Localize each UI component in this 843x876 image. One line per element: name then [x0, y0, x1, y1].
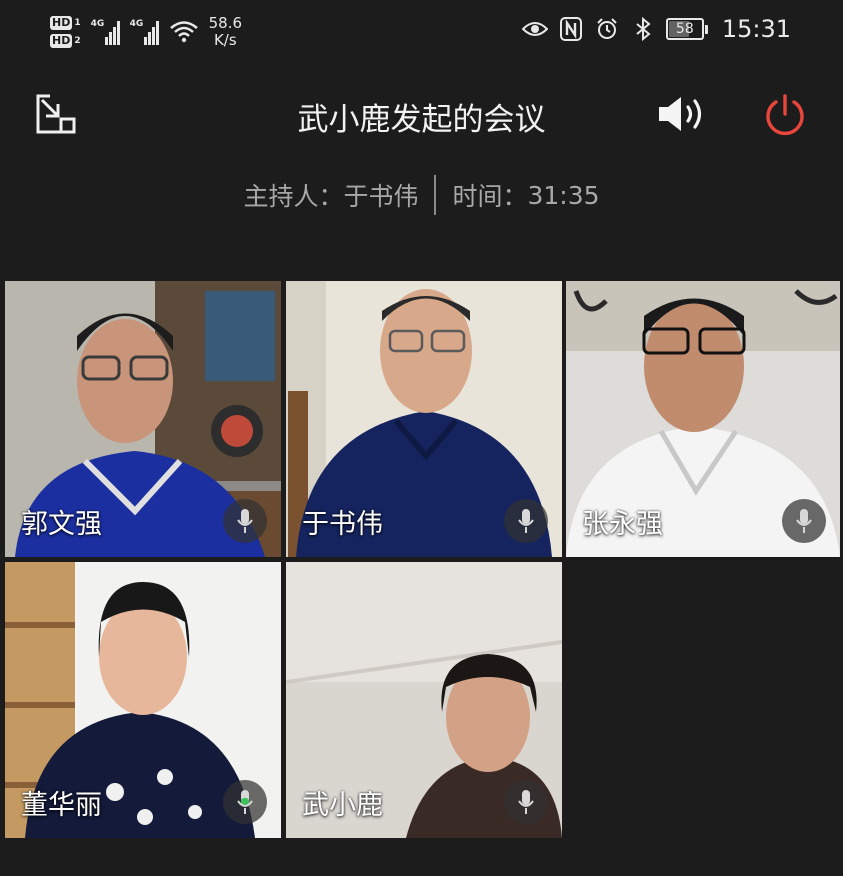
speaker-icon[interactable]	[655, 94, 711, 134]
participant-name: 董华丽	[21, 790, 102, 821]
participant-tile[interactable]: 董华丽	[5, 562, 281, 838]
microphone-icon	[223, 499, 267, 543]
participant-name: 于书伟	[302, 509, 383, 540]
participant-tile[interactable]: 于书伟	[286, 281, 562, 557]
status-bar: HD 1 HD 2 4G 4G 58.6 K/s 58 15:31	[0, 0, 843, 60]
eye-icon	[521, 16, 548, 42]
meeting-info: 主持人： 于书伟 时间： 31:35	[0, 175, 843, 215]
microphone-icon	[782, 499, 826, 543]
participant-tile[interactable]: 武小鹿	[286, 562, 562, 838]
microphone-icon	[504, 780, 548, 824]
hd1-indicator: HD 1	[50, 16, 81, 30]
host-label: 主持人：	[243, 182, 344, 211]
hd2-sub: 2	[74, 36, 81, 46]
participant-name: 郭文强	[21, 509, 102, 540]
signal-2-icon: 4G	[130, 19, 159, 45]
signal-1-icon: 4G	[91, 19, 120, 45]
microphone-icon	[504, 499, 548, 543]
minimize-window-button[interactable]	[34, 92, 78, 136]
info-divider	[434, 175, 437, 215]
hd-indicators: HD 1 HD 2	[50, 16, 81, 48]
end-meeting-power-icon[interactable]	[762, 93, 808, 139]
time-label: 时间：	[452, 182, 528, 211]
signal-2-label: 4G	[129, 19, 144, 29]
status-time: 15:31	[721, 15, 791, 43]
participant-name: 武小鹿	[302, 790, 383, 821]
signal-1-label: 4G	[90, 19, 105, 29]
network-speed: 58.6 K/s	[209, 15, 242, 49]
hd2-indicator: HD 2	[50, 34, 81, 48]
hd1-sub: 1	[74, 18, 81, 28]
battery-level: 58	[675, 21, 694, 37]
participant-tile[interactable]: 张永强	[566, 281, 840, 557]
nfc-icon	[558, 16, 584, 42]
battery-icon: 58	[665, 18, 708, 40]
participant-name: 张永强	[582, 509, 663, 540]
speed-unit: K/s	[213, 31, 237, 49]
status-bar-right: 58 15:31	[521, 12, 791, 46]
alarm-icon	[594, 16, 620, 42]
wifi-icon	[169, 21, 198, 43]
elapsed-time: 31:35	[527, 180, 600, 210]
bluetooth-icon	[630, 16, 656, 42]
host-name: 于书伟	[343, 182, 419, 211]
meeting-title: 武小鹿发起的会议	[297, 102, 546, 138]
status-bar-left: HD 1 HD 2 4G 4G 58.6 K/s	[50, 8, 242, 56]
hd1-badge: HD	[50, 16, 73, 30]
speed-value: 58.6	[208, 14, 243, 32]
participant-tile[interactable]: 郭文强	[5, 281, 281, 557]
microphone-speaking-icon	[223, 780, 267, 824]
hd2-badge: HD	[50, 34, 73, 48]
